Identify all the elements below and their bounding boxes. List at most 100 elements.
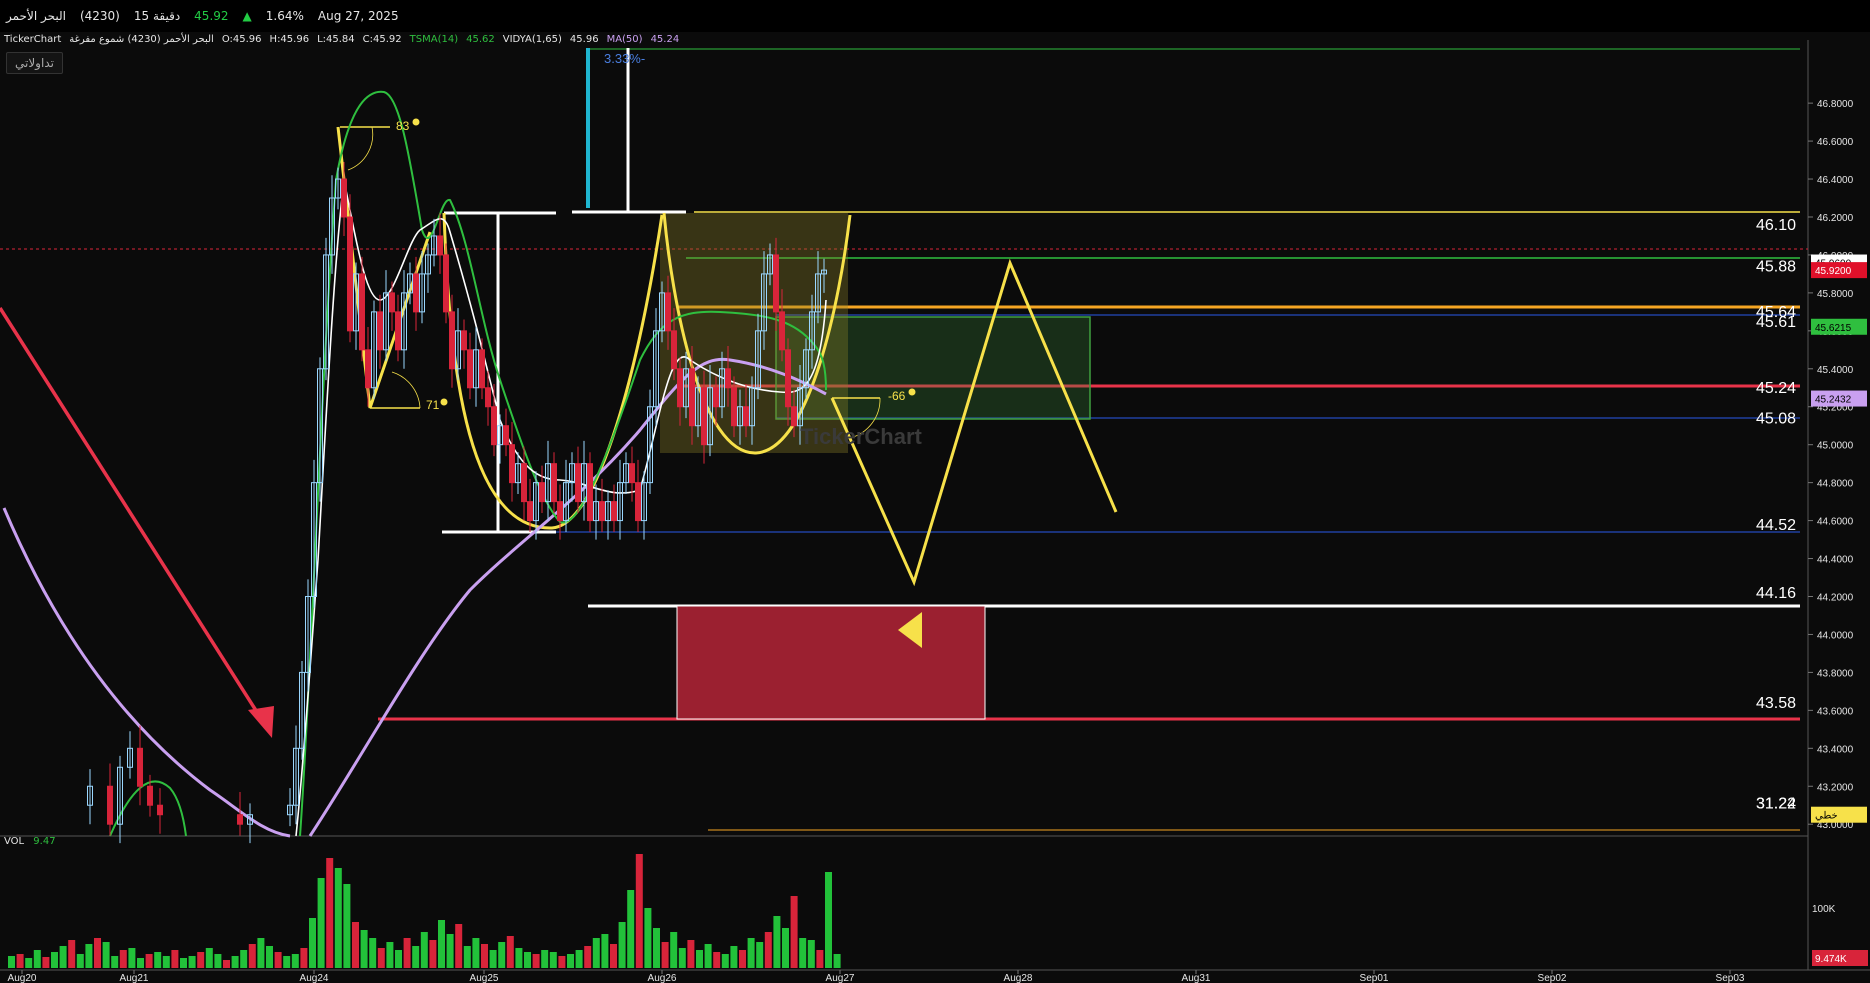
candle-body (671, 330, 677, 370)
candle-body (611, 501, 617, 522)
volume-bar (584, 946, 592, 968)
time-tick-label: Sep01 (1360, 973, 1389, 983)
candle-body (443, 254, 449, 313)
volume-bar (171, 950, 179, 968)
candle-body (509, 444, 515, 484)
time-tick-label: Sep03 (1716, 973, 1745, 983)
level-label: 44.16 (1756, 585, 1796, 602)
candle-body (629, 463, 635, 484)
volume-bar (498, 942, 506, 968)
volume-bar (162, 956, 170, 968)
volume-bar (240, 950, 248, 968)
volume-bar (524, 952, 531, 968)
price-tick-label: 43.2000 (1817, 782, 1854, 793)
candle-body (413, 273, 419, 313)
angle-label-minus66: -66 (888, 389, 906, 403)
volume-bar (807, 940, 815, 968)
arrow-head-icon (248, 706, 274, 738)
price-chart[interactable]: 46.800046.600046.400046.200046.000045.80… (0, 0, 1870, 983)
volume-bar (369, 938, 377, 968)
volume-bar (739, 950, 746, 968)
volume-bar (773, 916, 781, 968)
price-badges: 45.960045.920045.621545.2432خطي (1811, 254, 1867, 823)
volume-bar (386, 942, 394, 968)
price-tick-label: 45.8000 (1817, 289, 1854, 300)
candle-body (551, 463, 557, 503)
price-tick-label: 44.8000 (1817, 479, 1854, 490)
candle-body (521, 463, 527, 503)
volume-bar (334, 868, 342, 968)
volume-bar (618, 922, 626, 968)
angle-dot-3 (908, 388, 916, 396)
candle-body (539, 482, 545, 503)
candle-body (467, 349, 473, 389)
candle-body (237, 814, 243, 825)
price-tick-label: 45.4000 (1817, 365, 1854, 376)
volume-bar (223, 960, 230, 968)
angle-arc-2 (391, 371, 421, 409)
level-label: 45.61 (1756, 314, 1796, 331)
time-tick-label: Aug20 (8, 973, 37, 983)
volume-bar (154, 952, 162, 968)
volume-bar (309, 918, 316, 968)
volume-bar (799, 938, 807, 968)
volume-bar (300, 948, 308, 968)
price-badge: 45.6215 (1815, 323, 1852, 334)
candle-body (665, 292, 671, 332)
volume-bar (687, 940, 695, 968)
volume-bar (661, 942, 669, 968)
price-badge: خطي (1815, 811, 1838, 822)
volume-bar (94, 938, 101, 968)
candle-body (785, 349, 791, 408)
volume-label-group: VOL 9.47 (4, 836, 56, 847)
volume-bar (377, 948, 385, 968)
volume-bar (257, 938, 265, 968)
level-label: 45.88 (1756, 259, 1796, 276)
candle-body (587, 463, 593, 522)
volume-bar (506, 936, 514, 968)
volume-label: VOL (4, 836, 25, 847)
volume-value: 9.47 (33, 836, 56, 847)
candle-body (377, 311, 383, 351)
time-tick-label: Aug31 (1182, 973, 1211, 983)
volume-bar (42, 957, 50, 968)
price-tick-label: 44.0000 (1817, 630, 1854, 641)
volume-bar (180, 958, 187, 968)
projection-zigzag (830, 258, 1118, 587)
candle-body (137, 747, 143, 787)
level-label: 31.22 (1756, 796, 1796, 813)
volume-bar (635, 854, 643, 968)
volume-bar (455, 924, 463, 968)
volume-bar (128, 948, 136, 968)
volume-bar (85, 944, 93, 968)
price-axis-ticks: 46.800046.600046.400046.200046.000045.80… (1808, 99, 1854, 831)
time-tick-label: Sep02 (1538, 973, 1567, 983)
volume-bar (137, 958, 144, 968)
volume-bar (360, 930, 368, 968)
volume-bar (119, 950, 127, 968)
candle-body (701, 387, 707, 446)
candle-body (779, 311, 785, 351)
demand-zone-box (676, 605, 986, 720)
candle-body (599, 501, 605, 522)
volume-bar (730, 946, 738, 968)
candle-body (485, 387, 491, 408)
time-tick-label: Aug25 (470, 973, 499, 983)
candle-body (791, 406, 797, 427)
level-label: 43.58 (1756, 695, 1796, 712)
level-label: 46.10 (1756, 217, 1796, 234)
level-label: 45.24 (1756, 380, 1796, 397)
volume-bar (678, 948, 686, 968)
volume-bar (644, 908, 652, 968)
price-tick-label: 46.2000 (1817, 213, 1854, 224)
candle-body (725, 368, 731, 389)
volume-bar (51, 952, 58, 968)
price-tick-label: 46.8000 (1817, 99, 1854, 110)
volume-bar (558, 956, 566, 968)
price-badge: 45.2432 (1815, 395, 1852, 406)
volume-bar (317, 878, 325, 968)
volume-bar (283, 956, 291, 968)
candle-body (731, 387, 737, 427)
candle-body (461, 330, 467, 351)
price-tick-label: 43.4000 (1817, 744, 1854, 755)
